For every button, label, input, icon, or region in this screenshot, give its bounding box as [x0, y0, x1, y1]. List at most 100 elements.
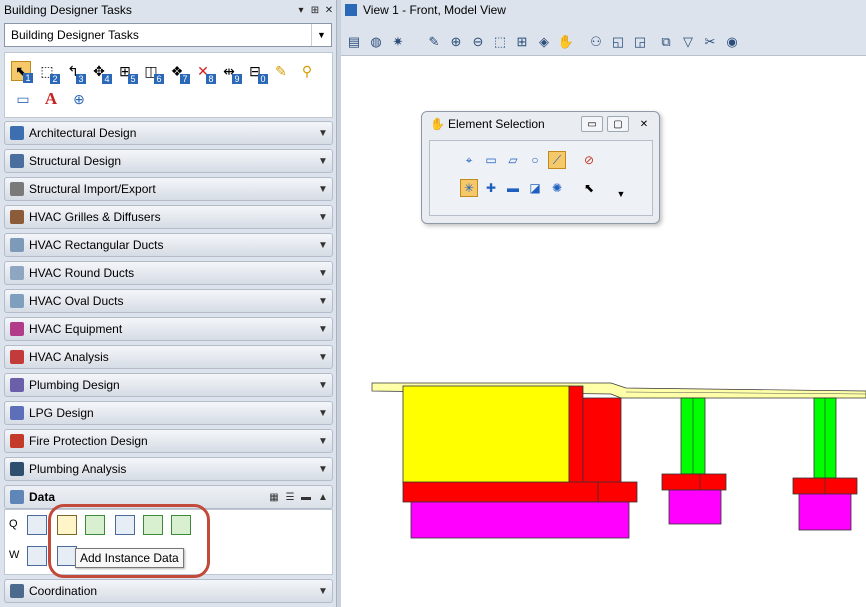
detail-view-icon[interactable]: ▬: [298, 492, 314, 503]
view-previous-icon[interactable]: ◱: [609, 33, 627, 51]
view-next-icon[interactable]: ◲: [631, 33, 649, 51]
dimension-tool-icon[interactable]: ⊟ 0: [245, 61, 268, 84]
category-item[interactable]: Fire Protection Design ▼: [4, 429, 333, 453]
render-icon[interactable]: ✷: [389, 33, 407, 51]
delete-tool-icon[interactable]: ✕ 8: [193, 61, 216, 84]
individual-method-icon[interactable]: ⌖: [460, 151, 478, 169]
rotate-view-icon[interactable]: ◈: [535, 33, 553, 51]
chevron-down-icon[interactable]: ▼: [314, 586, 332, 597]
category-label: Architectural Design: [29, 126, 137, 140]
pan-view-icon[interactable]: ✋: [557, 33, 575, 51]
window-area-icon[interactable]: ⬚: [491, 33, 509, 51]
category-item[interactable]: Structural Design ▼: [4, 149, 333, 173]
draw-line-tool-icon[interactable]: ✎: [271, 61, 291, 81]
camera-icon[interactable]: ◉: [723, 33, 741, 51]
block-method-icon[interactable]: ▭: [482, 151, 500, 169]
walk-icon[interactable]: ⚇: [587, 33, 605, 51]
update-view-icon[interactable]: ✎: [425, 33, 443, 51]
chevron-down-icon[interactable]: ▼: [311, 24, 331, 46]
category-icon: [10, 406, 24, 420]
line-method-icon[interactable]: ⟋: [548, 151, 566, 169]
clip-volume-icon[interactable]: ▽: [679, 33, 697, 51]
category-item[interactable]: HVAC Analysis ▼: [4, 345, 333, 369]
measure-tool-icon[interactable]: ⇹ 9: [219, 61, 242, 84]
chevron-down-icon[interactable]: ▼: [314, 324, 332, 335]
text-tool-icon[interactable]: A: [41, 89, 61, 109]
pin-icon[interactable]: ▾: [294, 5, 308, 16]
chevron-down-icon[interactable]: ▼: [314, 464, 332, 475]
tags-tool-icon[interactable]: ❖ 7: [167, 61, 190, 84]
category-item[interactable]: HVAC Rectangular Ducts ▼: [4, 233, 333, 257]
chevron-down-icon[interactable]: ▼: [314, 240, 332, 251]
category-label: Plumbing Analysis: [29, 462, 127, 476]
task-set-dropdown[interactable]: Building Designer Tasks ▼: [4, 23, 332, 47]
report-data-icon[interactable]: [27, 546, 47, 566]
close-button[interactable]: ✕: [633, 116, 655, 132]
chevron-down-icon[interactable]: ▼: [314, 156, 332, 167]
view-display-icon[interactable]: ◍: [367, 33, 385, 51]
more-options-icon[interactable]: ▼: [612, 185, 630, 203]
place-point-tool-icon[interactable]: ⚲: [297, 61, 317, 81]
dock-icon[interactable]: ⊞: [308, 5, 322, 16]
rectangle-tool-icon[interactable]: ▭: [13, 89, 33, 109]
category-item[interactable]: Plumbing Design ▼: [4, 373, 333, 397]
selection-pointer-icon[interactable]: ⬉: [580, 179, 598, 197]
tool-number-5: 5: [128, 74, 138, 84]
clear-selection-icon[interactable]: ⊘: [580, 151, 598, 169]
coordination-label: Coordination: [29, 584, 98, 598]
task-panel: Building Designer Tasks ▾ ⊞ ✕ Building D…: [0, 0, 337, 607]
task-panel-title: Building Designer Tasks: [4, 3, 132, 17]
icon-view-icon[interactable]: ▦: [266, 492, 282, 503]
circle-method-icon[interactable]: ○: [526, 151, 544, 169]
fit-view-icon[interactable]: ⊞: [513, 33, 531, 51]
groups-tool-icon[interactable]: ◫ 6: [141, 61, 164, 84]
chevron-down-icon[interactable]: ▼: [314, 352, 332, 363]
subtract-mode-icon[interactable]: ▬: [504, 179, 522, 197]
manipulate-tool-icon[interactable]: ✥ 4: [89, 61, 112, 84]
chevron-down-icon[interactable]: ▼: [314, 128, 332, 139]
chevron-down-icon[interactable]: ▼: [314, 408, 332, 419]
category-item[interactable]: Plumbing Analysis ▼: [4, 457, 333, 481]
tool-number-0: 0: [258, 74, 268, 84]
element-selection-tool-icon[interactable]: ⬉ 1: [11, 61, 33, 83]
invert-mode-icon[interactable]: ◪: [526, 179, 544, 197]
zoom-in-icon[interactable]: ⊕: [447, 33, 465, 51]
maximize-button[interactable]: ▢: [607, 116, 629, 132]
category-item[interactable]: HVAC Round Ducts ▼: [4, 261, 333, 285]
category-item[interactable]: Structural Import/Export ▼: [4, 177, 333, 201]
category-item[interactable]: LPG Design ▼: [4, 401, 333, 425]
select-all-icon[interactable]: ✺: [548, 179, 566, 197]
category-item[interactable]: HVAC Grilles & Diffusers ▼: [4, 205, 333, 229]
category-icon: [10, 182, 24, 196]
red-wall-left: [568, 385, 584, 485]
zoom-out-icon[interactable]: ⊖: [469, 33, 487, 51]
change-attributes-tool-icon[interactable]: ↰ 3: [63, 61, 86, 84]
element-selection-header[interactable]: ✋ Element Selection ▭ ▢ ✕: [422, 112, 659, 136]
modify-tool-icon[interactable]: ⊞ 5: [115, 61, 138, 84]
clip-mask-icon[interactable]: ✂: [701, 33, 719, 51]
cell-tool-icon[interactable]: ⊕: [69, 89, 89, 109]
chevron-down-icon[interactable]: ▼: [314, 380, 332, 391]
add-mode-icon[interactable]: ✚: [482, 179, 500, 197]
minimize-button[interactable]: ▭: [581, 116, 603, 132]
chevron-down-icon[interactable]: ▼: [314, 296, 332, 307]
chevron-down-icon[interactable]: ▼: [314, 436, 332, 447]
category-label: HVAC Rectangular Ducts: [29, 238, 164, 252]
copy-view-icon[interactable]: ⧉: [657, 33, 675, 51]
category-item[interactable]: Architectural Design ▼: [4, 121, 333, 145]
category-item[interactable]: HVAC Oval Ducts ▼: [4, 289, 333, 313]
edit-data-icon[interactable]: [27, 515, 47, 535]
shape-method-icon[interactable]: ▱: [504, 151, 522, 169]
chevron-down-icon[interactable]: ▼: [314, 212, 332, 223]
chevron-down-icon[interactable]: ▼: [314, 268, 332, 279]
view-attributes-icon[interactable]: ▤: [345, 33, 363, 51]
list-view-icon[interactable]: ☰: [282, 492, 298, 503]
new-mode-icon[interactable]: ✳: [460, 179, 478, 197]
fence-tool-icon[interactable]: ⬚ 2: [37, 61, 60, 84]
close-icon[interactable]: ✕: [322, 5, 336, 16]
category-label: HVAC Equipment: [29, 322, 123, 336]
category-coordination[interactable]: Coordination ▼: [4, 579, 333, 603]
chevron-up-icon[interactable]: ▲: [314, 492, 332, 503]
category-item[interactable]: HVAC Equipment ▼: [4, 317, 333, 341]
chevron-down-icon[interactable]: ▼: [314, 184, 332, 195]
